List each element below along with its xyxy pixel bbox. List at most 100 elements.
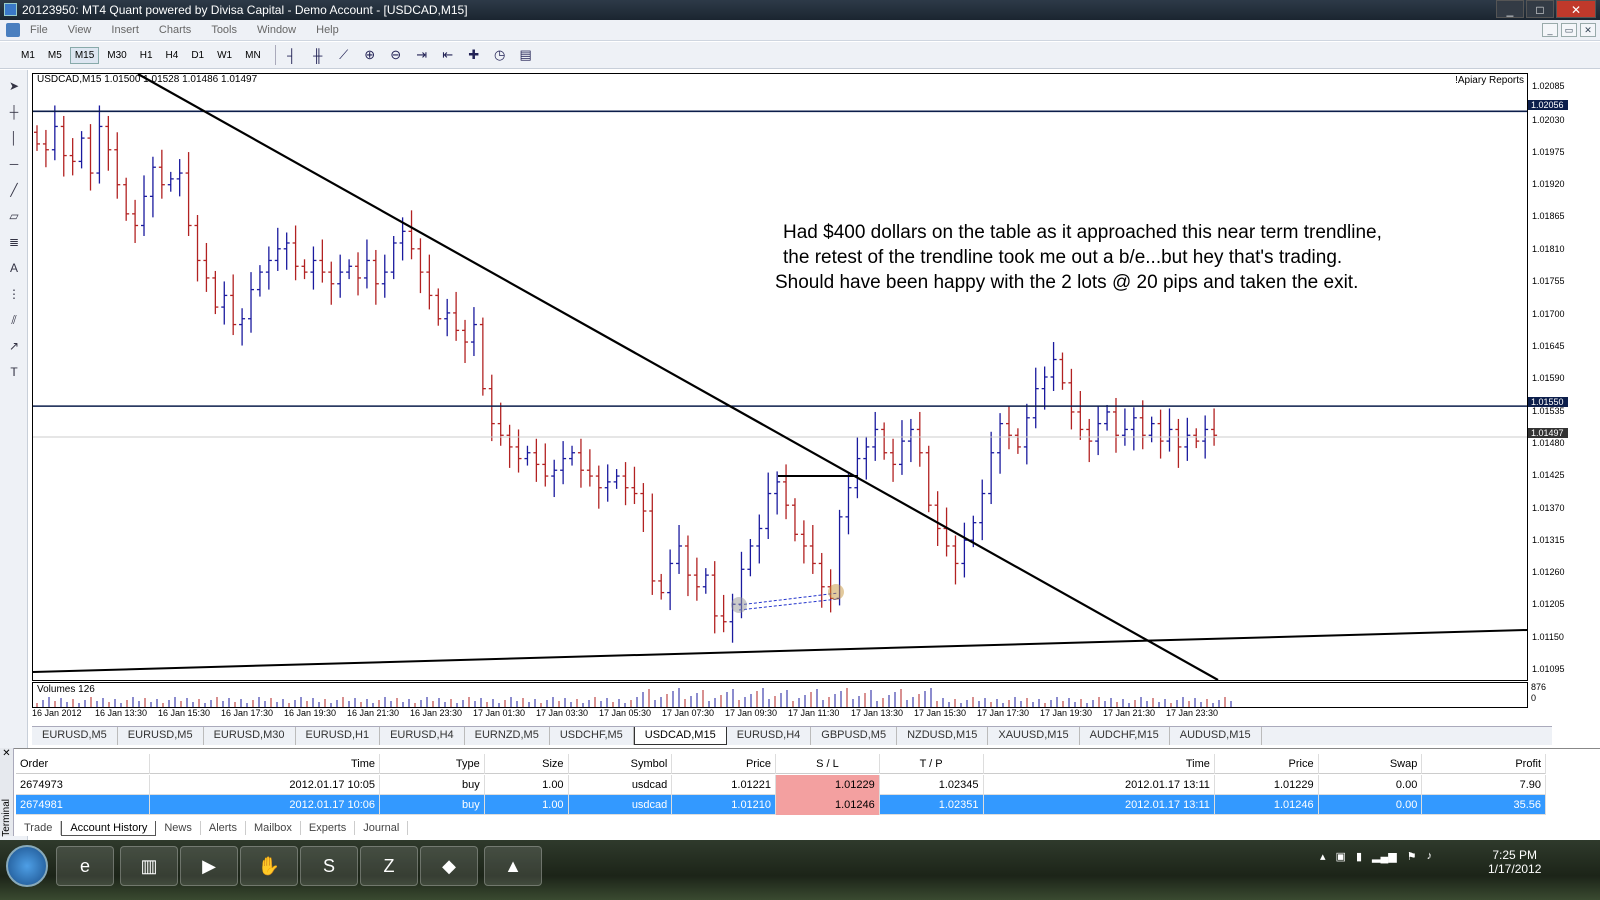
terminal-tab[interactable]: Alerts <box>201 821 246 835</box>
minimize-button[interactable]: _ <box>1496 0 1524 18</box>
timeframe-h1[interactable]: H1 <box>135 47 158 64</box>
label-icon[interactable]: T <box>4 362 24 382</box>
line-chart-icon[interactable]: ⟋ <box>334 45 354 65</box>
chart-tab[interactable]: AUDUSD,M15 <box>1170 727 1262 745</box>
candlestick-icon[interactable]: ╫ <box>308 45 328 65</box>
column-header[interactable]: T / P <box>880 753 984 774</box>
start-button[interactable] <box>6 845 48 887</box>
timeframe-d1[interactable]: D1 <box>186 47 209 64</box>
menu-window[interactable]: Window <box>257 24 296 36</box>
z-app-icon[interactable]: Z <box>360 846 418 886</box>
column-header[interactable]: Size <box>485 753 569 774</box>
menu-tools[interactable]: Tools <box>211 24 237 36</box>
tray-arrow-icon[interactable]: ▴ <box>1320 850 1326 863</box>
templates-icon[interactable]: ▤ <box>516 45 536 65</box>
mdi-minimize-button[interactable]: _ <box>1542 23 1558 37</box>
chart-tab[interactable]: EURUSD,H4 <box>380 727 465 745</box>
trade-link-1 <box>738 592 839 606</box>
menu-charts[interactable]: Charts <box>159 24 191 36</box>
tray-volume-icon[interactable]: ♪ <box>1427 850 1433 863</box>
timeframe-h4[interactable]: H4 <box>161 47 184 64</box>
tray-app-icon[interactable]: ▣ <box>1336 850 1346 863</box>
close-button[interactable]: ✕ <box>1556 0 1596 18</box>
price-chart[interactable] <box>32 73 1528 681</box>
timeframe-m5[interactable]: M5 <box>43 47 67 64</box>
bar-chart-icon[interactable]: ┤ <box>282 45 302 65</box>
zoom-in-icon[interactable]: ⊕ <box>360 45 380 65</box>
column-header[interactable]: Type <box>380 753 485 774</box>
chart-tab[interactable]: NZDUSD,M15 <box>897 727 989 745</box>
menu-help[interactable]: Help <box>316 24 339 36</box>
menu-view[interactable]: View <box>68 24 92 36</box>
chart-tab[interactable]: GBPUSD,M5 <box>811 727 898 745</box>
hand-icon[interactable]: ✋ <box>240 846 298 886</box>
column-header[interactable]: Swap <box>1319 753 1423 774</box>
terminal-tab[interactable]: Mailbox <box>246 821 301 835</box>
chart-tab[interactable]: EURNZD,M5 <box>465 727 550 745</box>
zoom-out-icon[interactable]: ⊖ <box>386 45 406 65</box>
app-icon-red[interactable]: ◆ <box>420 846 478 886</box>
vertical-line-icon[interactable]: │ <box>4 128 24 148</box>
autoscroll-icon[interactable]: ⇤ <box>438 45 458 65</box>
timeframe-m30[interactable]: M30 <box>102 47 131 64</box>
media-player-icon[interactable]: ▶ <box>180 846 238 886</box>
terminal-tab[interactable]: Journal <box>355 821 409 835</box>
menu-file[interactable]: File <box>30 24 48 36</box>
terminal-close-icon[interactable]: ✕ <box>0 748 13 759</box>
chart-shift-icon[interactable]: ⇥ <box>412 45 432 65</box>
explorer-icon[interactable]: ▥ <box>120 846 178 886</box>
menu-insert[interactable]: Insert <box>111 24 139 36</box>
text-icon[interactable]: A <box>4 258 24 278</box>
column-header[interactable]: Time <box>150 753 381 774</box>
chart-tab[interactable]: EURUSD,H1 <box>296 727 381 745</box>
title-bar: 20123950: MT4 Quant powered by Divisa Ca… <box>0 0 1600 20</box>
crosshair-icon[interactable]: ┼ <box>4 102 24 122</box>
terminal-tab[interactable]: Experts <box>301 821 356 835</box>
chart-tab[interactable]: USDCHF,M5 <box>550 727 634 745</box>
timeframe-mn[interactable]: MN <box>240 47 266 64</box>
gann-icon[interactable]: ⫽ <box>4 310 24 330</box>
periods-icon[interactable]: ◷ <box>490 45 510 65</box>
column-header[interactable]: Time <box>984 753 1215 774</box>
price-label: 1.01497 <box>1528 428 1568 438</box>
chart-tab[interactable]: EURUSD,H4 <box>727 727 812 745</box>
indicators-icon[interactable]: ✚ <box>464 45 484 65</box>
ie-icon[interactable]: e <box>56 846 114 886</box>
chart-tab[interactable]: EURUSD,M5 <box>32 727 118 745</box>
fib-fan-icon[interactable]: ⋮ <box>4 284 24 304</box>
timeframe-m15[interactable]: M15 <box>69 46 100 64</box>
terminal-tab[interactable]: Account History <box>61 820 157 836</box>
column-header[interactable]: Profit <box>1422 753 1547 774</box>
timeframe-w1[interactable]: W1 <box>212 47 237 64</box>
column-header[interactable]: S / L <box>776 753 880 774</box>
terminal-tab[interactable]: News <box>156 821 201 835</box>
column-header[interactable]: Price <box>672 753 777 774</box>
maximize-button[interactable]: □ <box>1526 0 1554 18</box>
trendline-icon[interactable]: ╱ <box>4 180 24 200</box>
chart-tab[interactable]: EURUSD,M5 <box>118 727 204 745</box>
mt4-taskbar-icon[interactable]: ▲ <box>484 846 542 886</box>
timeframe-m1[interactable]: M1 <box>16 47 40 64</box>
column-header[interactable]: Order <box>16 753 150 774</box>
mdi-close-button[interactable]: ✕ <box>1580 23 1596 37</box>
terminal-tab[interactable]: Trade <box>16 821 62 835</box>
tray-flag-icon[interactable]: ⚑ <box>1407 850 1417 863</box>
arrow-icon[interactable]: ↗ <box>4 336 24 356</box>
chart-canvas[interactable] <box>32 73 1528 681</box>
horizontal-line-icon[interactable]: ─ <box>4 154 24 174</box>
skype-icon[interactable]: S <box>300 846 358 886</box>
mdi-restore-button[interactable]: ▭ <box>1561 23 1577 37</box>
chart-tab[interactable]: XAUUSD,M15 <box>988 727 1080 745</box>
chart-tab[interactable]: AUDCHF,M15 <box>1080 727 1170 745</box>
chart-tab[interactable]: USDCAD,M15 <box>633 727 727 745</box>
tray-signal-icon[interactable]: ▂▄▆ <box>1372 850 1397 863</box>
column-header[interactable]: Price <box>1215 753 1319 774</box>
column-header[interactable]: Symbol <box>569 753 673 774</box>
tray-network-icon[interactable]: ▮ <box>1356 850 1362 863</box>
table-row[interactable]: 2674973 2012.01.17 10:05 buy 1.00 usdcad 1.01… <box>16 774 1547 795</box>
fibonacci-icon[interactable]: ≣ <box>4 232 24 252</box>
chart-tab[interactable]: EURUSD,M30 <box>204 727 296 745</box>
table-row[interactable]: 2674981 2012.01.17 10:06 buy 1.00 usdcad 1.01… <box>16 794 1547 815</box>
cursor-icon[interactable]: ➤ <box>4 76 24 96</box>
channel-icon[interactable]: ▱ <box>4 206 24 226</box>
